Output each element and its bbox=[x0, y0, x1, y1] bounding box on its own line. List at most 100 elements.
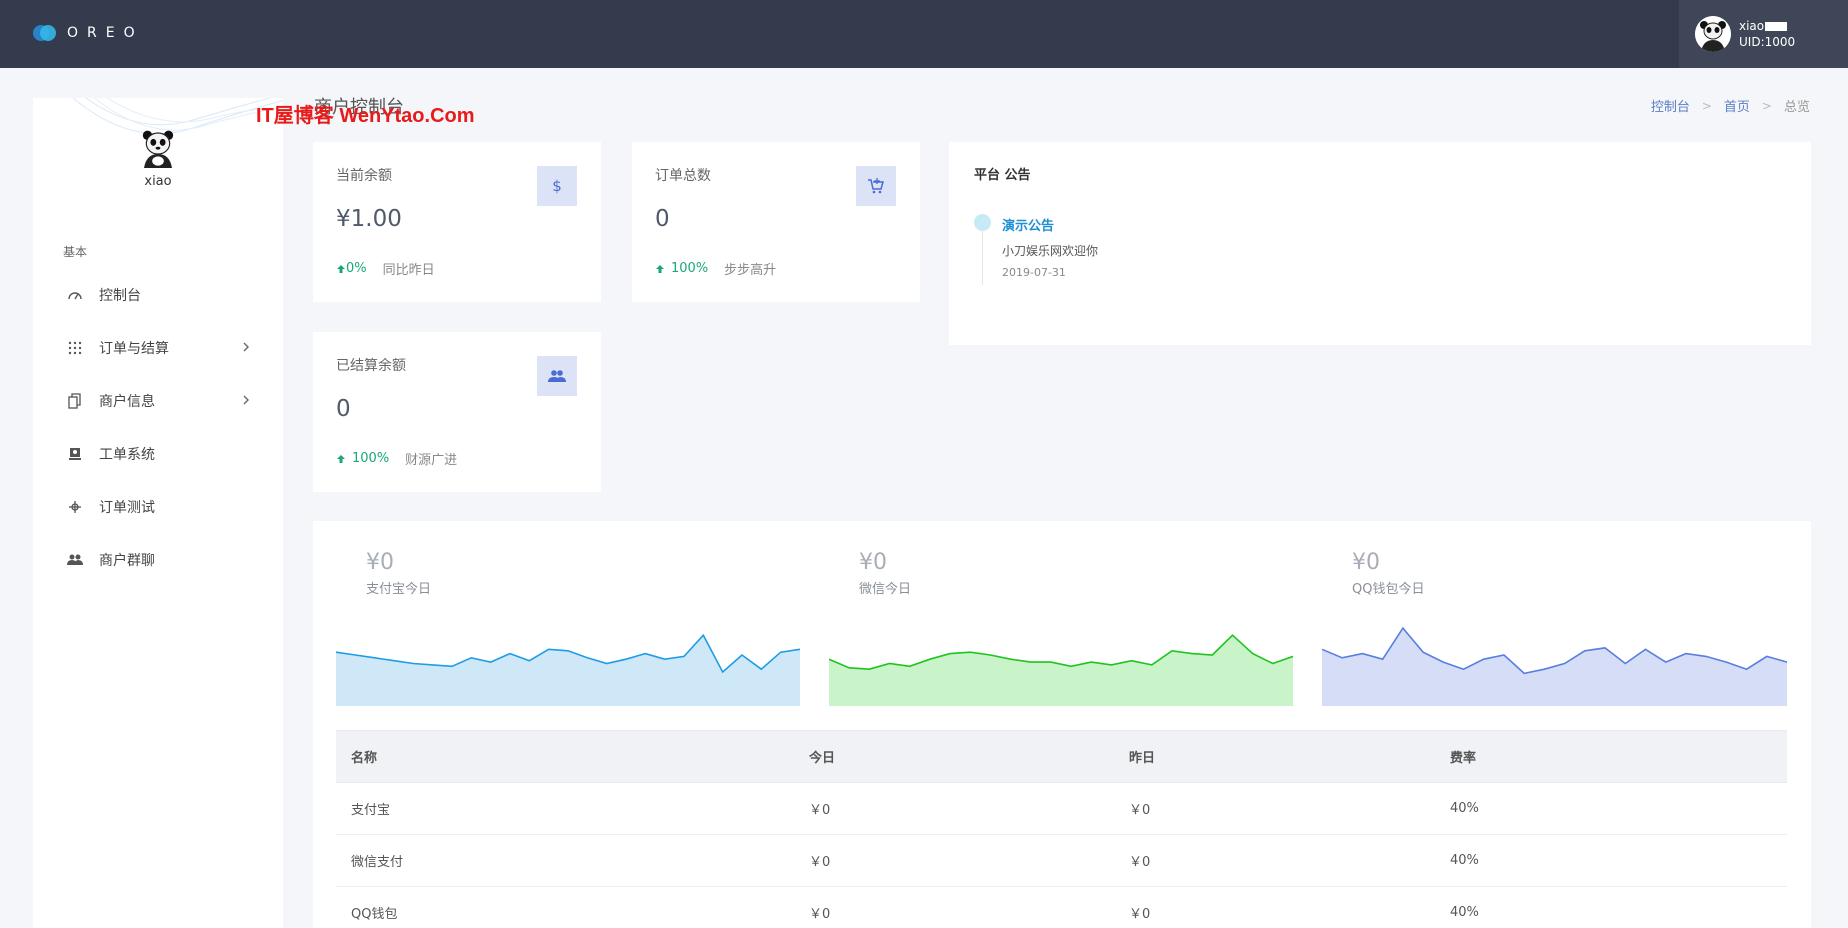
announcement-item-date: 2019-07-31 bbox=[1002, 266, 1066, 279]
trend-indicator: 100% bbox=[655, 261, 708, 276]
announcement-title: 平台 公告 bbox=[974, 168, 1031, 183]
table-cell: ￥0 bbox=[809, 907, 831, 922]
test-tube-icon bbox=[67, 499, 83, 515]
trend-value: 100% bbox=[352, 451, 390, 466]
sidebar-item-merchant-info[interactable]: 商户信息 bbox=[33, 374, 283, 427]
table-cell: 40% bbox=[1450, 801, 1479, 816]
timeline-dot-icon bbox=[974, 214, 991, 231]
table-row: 微信支付 ￥0 ￥0 40% bbox=[336, 835, 1787, 887]
table-cell: QQ钱包 bbox=[351, 907, 398, 922]
table-cell: ￥0 bbox=[809, 803, 831, 818]
sidebar-item-ticket-system[interactable]: 工单系统 bbox=[33, 427, 283, 480]
table-cell: 微信支付 bbox=[351, 855, 404, 870]
announcement-item-title[interactable]: 演示公告 bbox=[1002, 215, 1054, 234]
profile-name: xiao bbox=[144, 174, 172, 189]
wechat-today-amount: ¥0 bbox=[859, 550, 887, 575]
breadcrumb-dashboard[interactable]: 控制台 bbox=[1651, 96, 1690, 115]
nav-menu: 控制台 订单与结算 商户信息 工单系统 订单测试 商户群聊 bbox=[33, 268, 283, 586]
table-cell: 40% bbox=[1450, 905, 1479, 920]
sidebar-item-label: 商户群聊 bbox=[99, 552, 155, 569]
sidebar-item-orders-settlement[interactable]: 订单与结算 bbox=[33, 321, 283, 374]
sidebar-item-label: 商户信息 bbox=[99, 393, 155, 410]
nav-section-label: 基本 bbox=[63, 245, 88, 259]
top-bar: OREO xiao UID:1000 bbox=[0, 0, 1848, 68]
payment-rate-table: 名称 今日 昨日 费率 支付宝 ￥0 ￥0 40% 微信支付 ￥0 ￥0 40%… bbox=[336, 730, 1787, 928]
logo-mark-icon bbox=[33, 22, 57, 44]
table-header: 名称 今日 昨日 费率 bbox=[336, 730, 1787, 783]
sidebar-item-label: 工单系统 bbox=[99, 446, 155, 463]
sidebar-item-order-test[interactable]: 订单测试 bbox=[33, 480, 283, 533]
users-icon bbox=[537, 356, 577, 396]
table-cell: ￥0 bbox=[1129, 855, 1151, 870]
column-header-today: 今日 bbox=[809, 751, 836, 766]
stat-card-settled-balance: 已结算余额 0 100% 财源广进 bbox=[313, 332, 601, 492]
arrow-up-icon bbox=[337, 264, 345, 273]
user-uid: UID:1000 bbox=[1739, 35, 1796, 49]
user-menu[interactable]: xiao UID:1000 bbox=[1679, 0, 1848, 68]
sparkline-area bbox=[336, 635, 800, 706]
svg-text:$: $ bbox=[552, 177, 562, 195]
grid-dots-icon bbox=[67, 340, 83, 356]
sidebar-item-label: 订单测试 bbox=[99, 499, 155, 516]
stat-label: 已结算余额 bbox=[336, 358, 406, 374]
dollar-icon: $ bbox=[537, 166, 577, 206]
stat-value: ¥1.00 bbox=[336, 206, 402, 232]
chevron-right-icon bbox=[243, 395, 249, 405]
trend-text: 财源广进 bbox=[405, 453, 458, 468]
trend-text: 步步高升 bbox=[724, 263, 777, 278]
chevron-right-icon: > bbox=[1701, 98, 1712, 113]
stat-card-balance: 当前余额 ¥1.00 $ 0% 同比昨日 bbox=[313, 142, 601, 302]
alipay-today-label: 支付宝今日 bbox=[366, 582, 432, 597]
announcement-card: 平台 公告 演示公告 小刀娱乐网欢迎你 2019-07-31 bbox=[949, 142, 1811, 345]
sidebar-item-label: 订单与结算 bbox=[99, 340, 169, 357]
breadcrumb-home[interactable]: 首页 bbox=[1724, 96, 1750, 115]
sidebar-item-dashboard[interactable]: 控制台 bbox=[33, 268, 283, 321]
table-cell: ￥0 bbox=[1129, 803, 1151, 818]
avatar[interactable] bbox=[137, 126, 179, 168]
panda-avatar-icon bbox=[142, 130, 174, 168]
column-header-yesterday: 昨日 bbox=[1129, 751, 1156, 766]
wechat-today-label: 微信今日 bbox=[859, 582, 912, 597]
chevron-right-icon: > bbox=[1761, 98, 1772, 113]
timeline-line bbox=[982, 231, 983, 285]
arrow-up-icon bbox=[656, 264, 664, 273]
qqwallet-today-label: QQ钱包今日 bbox=[1352, 582, 1425, 597]
table-row: 支付宝 ￥0 ￥0 40% bbox=[336, 783, 1787, 835]
cart-add-icon bbox=[856, 166, 896, 206]
avatar bbox=[1695, 16, 1731, 52]
redacted-block bbox=[1765, 21, 1788, 31]
announcement-item-body: 小刀娱乐网欢迎你 bbox=[1002, 244, 1099, 258]
sidebar-item-merchant-chat[interactable]: 商户群聊 bbox=[33, 533, 283, 586]
arrow-up-icon bbox=[337, 454, 345, 463]
watermark-text: IT屋博客 WenYtao.Com bbox=[256, 105, 475, 127]
stat-value: 0 bbox=[336, 396, 351, 422]
table-cell: 支付宝 bbox=[351, 803, 391, 818]
user-name: xiao bbox=[1739, 19, 1765, 33]
trend-indicator: 100% bbox=[336, 451, 389, 466]
column-header-rate: 费率 bbox=[1450, 751, 1477, 766]
payments-card: ¥0 支付宝今日 ¥0 微信今日 ¥0 QQ钱包今日 名称 今日 昨日 费率 支… bbox=[313, 521, 1811, 928]
trend-text: 同比昨日 bbox=[382, 263, 435, 278]
chevron-right-icon bbox=[243, 342, 249, 352]
alipay-sparkline bbox=[336, 633, 800, 706]
table-cell: 40% bbox=[1450, 853, 1479, 868]
copy-document-icon bbox=[67, 392, 83, 409]
logo[interactable]: OREO bbox=[33, 22, 144, 44]
trend-value: 0% bbox=[346, 261, 367, 276]
breadcrumb: 控制台 > 首页 > 总览 bbox=[1651, 96, 1810, 116]
ticket-user-icon bbox=[67, 446, 83, 462]
speedometer-icon bbox=[67, 287, 83, 303]
qqwallet-today-amount: ¥0 bbox=[1352, 550, 1380, 575]
panda-avatar-icon bbox=[1695, 16, 1731, 52]
qqwallet-sparkline bbox=[1322, 626, 1787, 706]
breadcrumb-current: 总览 bbox=[1783, 100, 1810, 115]
logo-text: OREO bbox=[67, 25, 144, 41]
group-users-icon bbox=[67, 552, 83, 568]
table-row: QQ钱包 ￥0 ￥0 40% bbox=[336, 887, 1787, 928]
table-cell: ￥0 bbox=[809, 855, 831, 870]
trend-value: 100% bbox=[671, 261, 709, 276]
stat-card-orders: 订单总数 0 100% 步步高升 bbox=[632, 142, 920, 302]
table-cell: ￥0 bbox=[1129, 907, 1151, 922]
sparkline-area bbox=[829, 635, 1293, 706]
stat-label: 当前余额 bbox=[336, 168, 392, 184]
